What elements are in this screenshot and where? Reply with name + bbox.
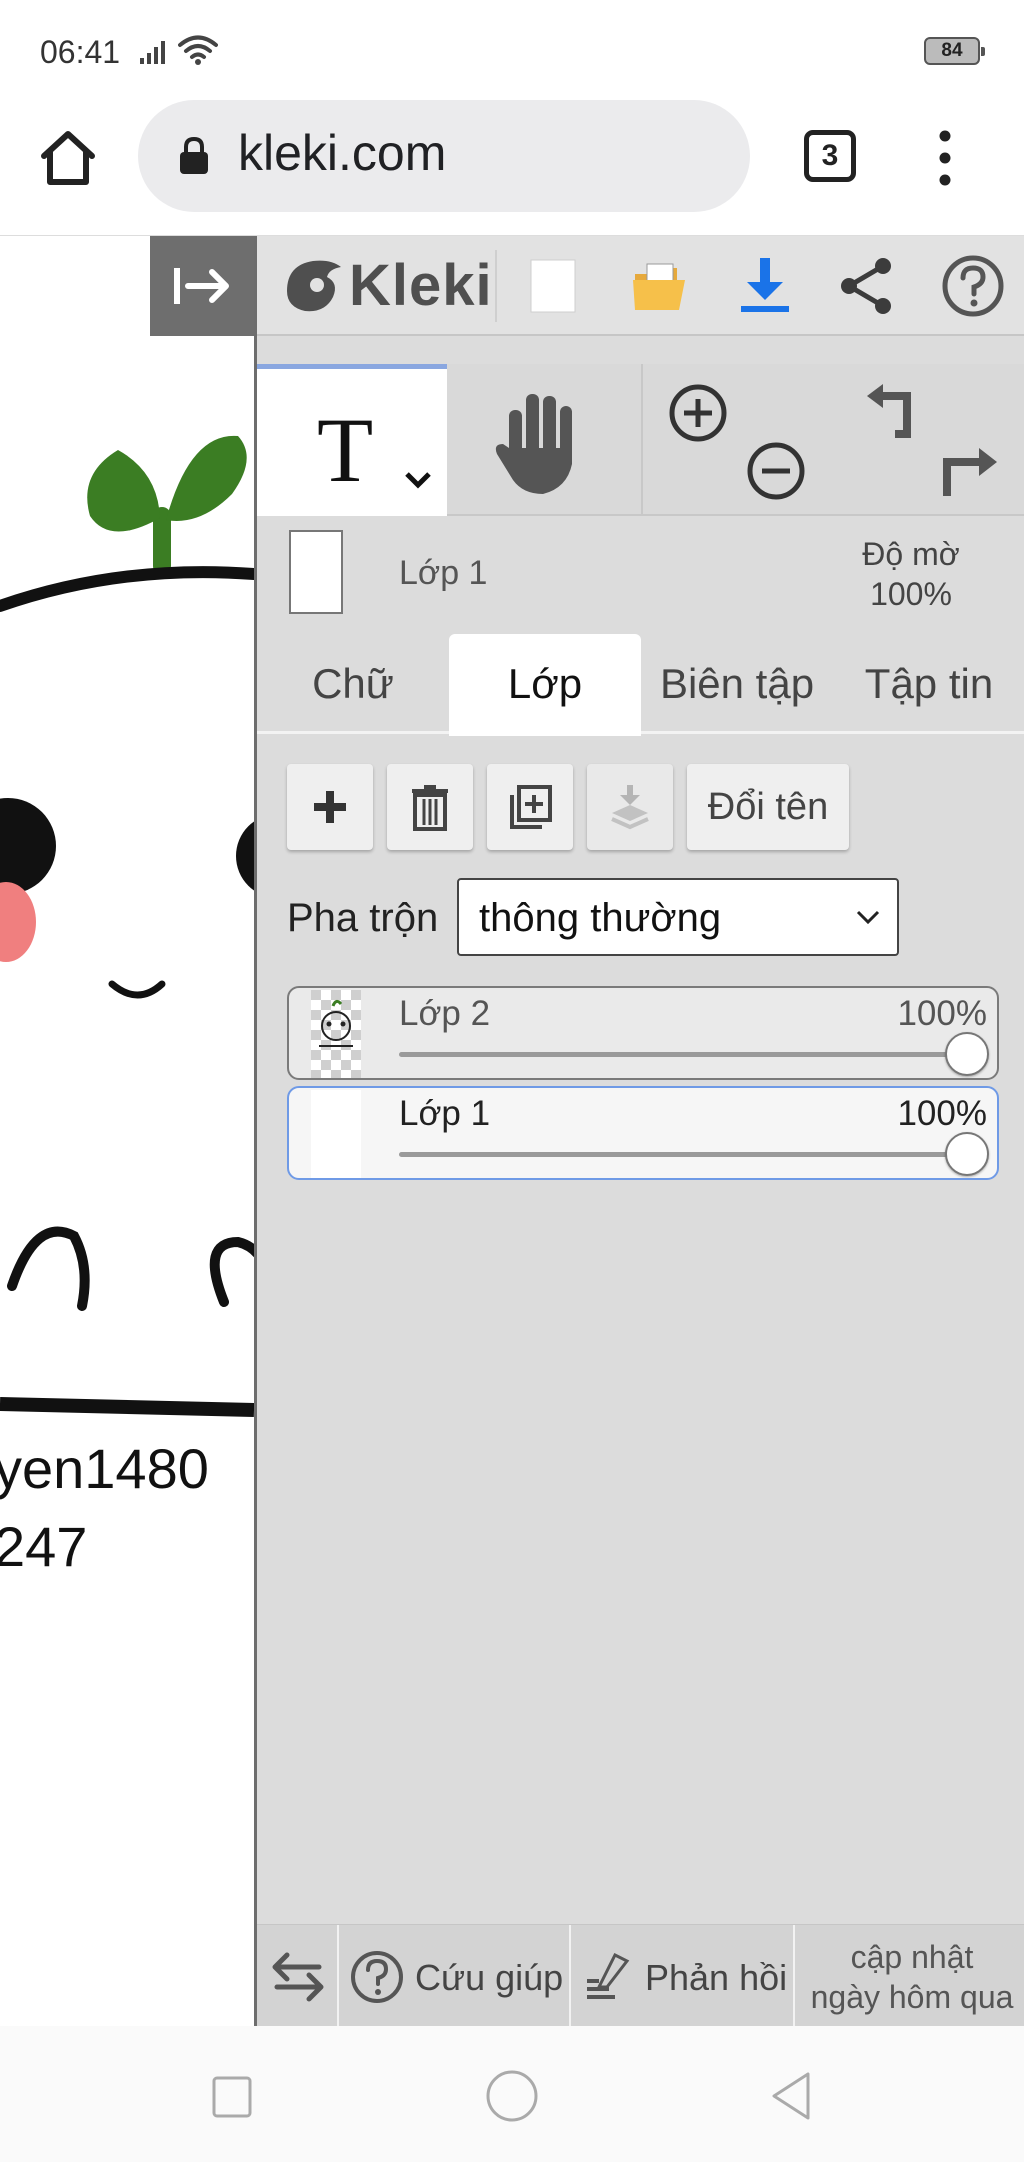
chevron-down-icon: [856, 910, 880, 925]
layer-thumbnail: [311, 990, 361, 1078]
tab-layers[interactable]: Lớp: [449, 634, 641, 736]
collapse-sidebar-button[interactable]: [150, 236, 254, 336]
opacity-value: 100%: [870, 576, 952, 612]
share-icon[interactable]: [835, 254, 899, 318]
open-folder-icon[interactable]: [627, 254, 691, 318]
download-icon[interactable]: [733, 254, 797, 318]
current-layer-info: Lớp 1 Độ mờ 100%: [257, 518, 1024, 618]
canvas-drawing: [0, 435, 254, 1417]
help-label: Cứu giúp: [415, 1957, 564, 1998]
kleki-logo-icon: [287, 260, 341, 312]
chevron-down-icon[interactable]: [403, 469, 433, 491]
app-topbar: Kleki: [257, 236, 1024, 336]
update-notice[interactable]: cập nhật ngày hôm qua: [797, 1937, 1024, 2017]
canvas-text-line-2: 247: [0, 1515, 88, 1578]
merge-down-icon: [611, 785, 649, 830]
layer-item-1[interactable]: Lớp 1 100%: [287, 1086, 999, 1180]
home-icon[interactable]: [36, 126, 100, 190]
help-icon: [351, 1951, 403, 2003]
address-bar[interactable]: kleki.com: [138, 100, 750, 212]
opacity-label: Độ mờ: [862, 536, 960, 572]
zoom-out-icon[interactable]: [745, 440, 807, 502]
logo-text: Kleki: [349, 252, 493, 318]
tab-switcher-button[interactable]: 3: [804, 130, 856, 182]
opacity-indicator: Độ mờ 100%: [831, 534, 991, 614]
more-menu-icon[interactable]: [930, 130, 960, 186]
blend-mode-value: thông thường: [479, 896, 722, 940]
sidebar-panel: Kleki T Lớp 1 Độ mờ 100% Chữ Lớp Biên tậ…: [254, 236, 1024, 2027]
text-tool-icon: T: [317, 399, 374, 501]
tab-text[interactable]: Chữ: [257, 634, 449, 734]
battery-indicator: 84: [924, 37, 985, 65]
trash-icon: [412, 785, 448, 831]
lock-icon: [180, 136, 208, 174]
layer-thumbnail: [311, 1090, 361, 1178]
merge-layer-button[interactable]: [587, 764, 673, 850]
blend-mode-select[interactable]: thông thường: [457, 878, 899, 956]
text-tool-button[interactable]: T: [257, 364, 447, 516]
rename-layer-button[interactable]: Đổi tên: [687, 764, 849, 850]
tab-edit[interactable]: Biên tập: [641, 634, 833, 734]
layer-name: Lớp 2: [399, 994, 491, 1033]
add-layer-button[interactable]: [287, 764, 373, 850]
plus-icon: [314, 791, 346, 823]
duplicate-layer-button[interactable]: [487, 764, 573, 850]
layer-name: Lớp 1: [399, 1094, 491, 1133]
zoom-in-icon[interactable]: [667, 382, 729, 444]
update-line-1: cập nhật: [850, 1939, 974, 1975]
delete-layer-button[interactable]: [387, 764, 473, 850]
duplicate-icon: [510, 785, 552, 829]
layer-item-2[interactable]: Lớp 2 100%: [287, 986, 999, 1080]
help-button[interactable]: Cứu giúp: [339, 1925, 564, 2027]
layer-opacity-slider[interactable]: [399, 1152, 969, 1157]
layer-opacity-value: 100%: [897, 1094, 987, 1133]
feedback-icon: [587, 1952, 630, 1999]
system-nav-bar: [0, 2026, 1024, 2162]
back-icon[interactable]: [764, 2066, 824, 2126]
blend-mode-label: Pha trộn: [287, 896, 439, 940]
swap-sides-icon[interactable]: [269, 1947, 327, 2005]
kleki-logo[interactable]: Kleki: [281, 250, 493, 320]
url-text: kleki.com: [238, 125, 447, 181]
feedback-label: Phản hồi: [645, 1957, 788, 1998]
divider: [641, 364, 643, 516]
redo-icon[interactable]: [937, 440, 999, 502]
canvas-text-line-1: yen1480: [0, 1437, 209, 1500]
undo-icon[interactable]: [863, 382, 925, 444]
feedback-button[interactable]: Phản hồi: [571, 1925, 793, 2027]
status-bar: 06:41 84: [0, 0, 1024, 100]
current-layer-name: Lớp 1: [399, 554, 488, 592]
browser-toolbar: kleki.com 3: [0, 100, 1024, 236]
tool-row: T: [257, 364, 1024, 516]
slider-handle[interactable]: [945, 1032, 989, 1076]
hand-tool-icon[interactable]: [447, 364, 637, 516]
current-layer-thumbnail: [289, 530, 343, 614]
layer-opacity-value: 100%: [897, 994, 987, 1033]
bottom-bar: Cứu giúp Phản hồi cập nhật ngày hôm qua: [257, 1924, 1024, 2027]
home-nav-icon[interactable]: [482, 2066, 542, 2126]
update-line-2: ngày hôm qua: [810, 1979, 1014, 2015]
divider: [495, 250, 497, 322]
blend-mode-row: Pha trộn thông thường: [287, 878, 1007, 956]
wifi-icon: [178, 35, 218, 65]
panel-tabs: Chữ Lớp Biên tập Tập tin: [257, 634, 1024, 736]
drawing-canvas[interactable]: yen1480 247: [0, 236, 254, 2026]
layer-opacity-slider[interactable]: [399, 1052, 969, 1057]
signal-icon: [140, 41, 165, 64]
recent-apps-icon[interactable]: [202, 2066, 262, 2126]
slider-handle[interactable]: [945, 1132, 989, 1176]
divider: [793, 1925, 795, 2027]
status-time: 06:41: [40, 34, 121, 70]
new-image-icon[interactable]: [521, 254, 585, 318]
tab-file[interactable]: Tập tin: [833, 634, 1024, 734]
help-icon[interactable]: [941, 254, 1005, 318]
